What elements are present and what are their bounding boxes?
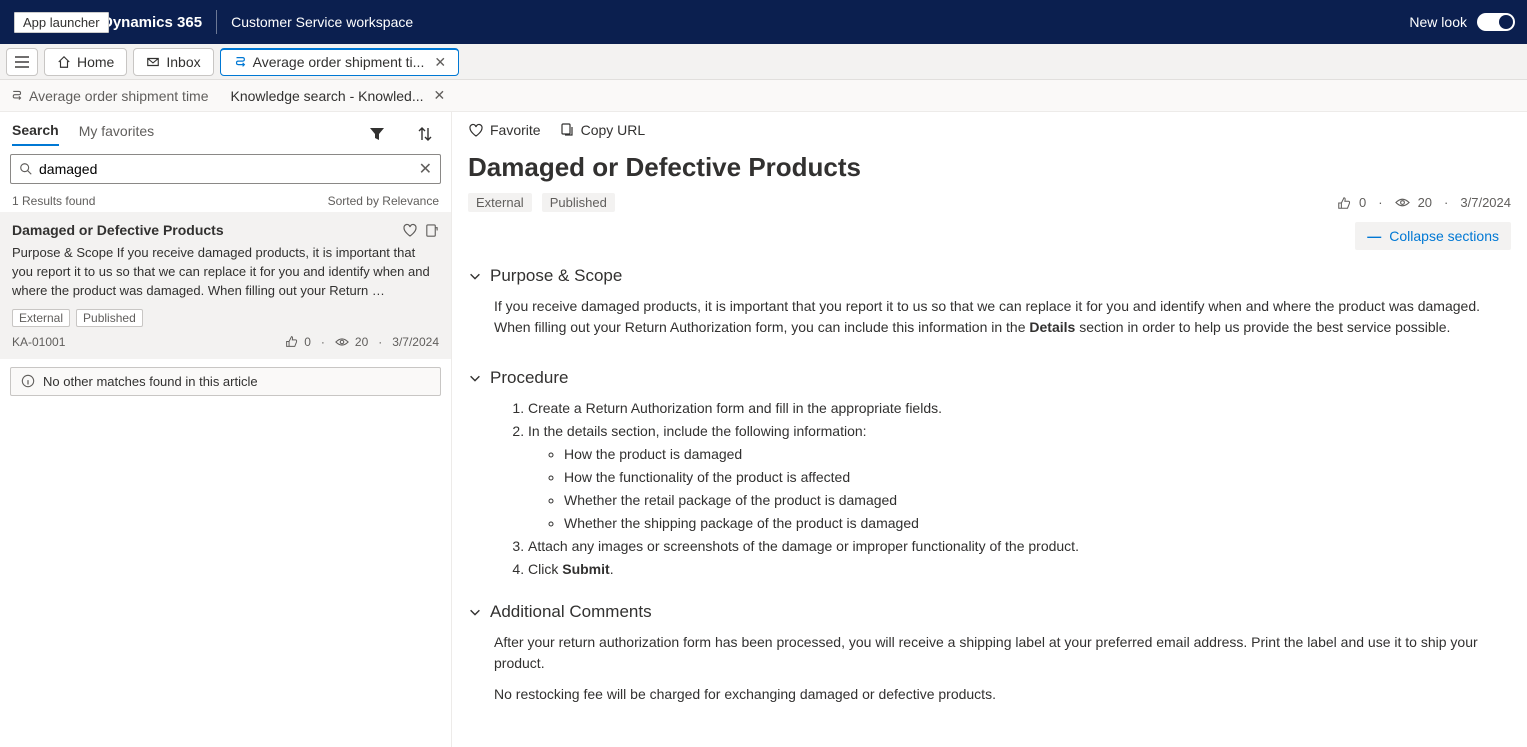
chevron-down-icon	[468, 605, 482, 619]
proc-step-2: In the details section, include the foll…	[528, 421, 1511, 534]
favorite-button[interactable]: Favorite	[468, 122, 541, 138]
lp-tab-search[interactable]: Search	[12, 122, 59, 146]
copy-url-button[interactable]: Copy URL	[559, 122, 646, 138]
section-body-purpose: If you receive damaged products, it is i…	[468, 296, 1511, 338]
top-nav-bar: App launcher Dynamics 365 Customer Servi…	[0, 0, 1527, 44]
sort-button[interactable]	[411, 120, 439, 148]
subtab-case-label: Average order shipment time	[29, 88, 209, 104]
proc-step-3: Attach any images or screenshots of the …	[528, 536, 1511, 557]
result-badge-published: Published	[76, 309, 143, 327]
subtab-knowledge-close[interactable]: ✕	[434, 87, 446, 104]
heart-icon	[468, 122, 484, 138]
proc-step-4: Click Submit.	[528, 559, 1511, 580]
filter-icon	[369, 126, 385, 142]
pop-out-icon-button[interactable]	[424, 223, 439, 238]
search-result-item[interactable]: Damaged or Defective Products Purpose & …	[0, 212, 451, 359]
collapse-label: Collapse sections	[1389, 228, 1499, 244]
home-icon	[57, 55, 71, 69]
sort-icon	[417, 126, 433, 142]
tab-inbox[interactable]: Inbox	[133, 48, 213, 76]
search-icon	[19, 162, 33, 176]
article-views: 20	[1418, 195, 1432, 210]
result-views: 20	[355, 335, 368, 349]
subtab-knowledge-label: Knowledge search - Knowled...	[231, 88, 424, 104]
proc-sub-a: How the product is damaged	[564, 444, 1511, 465]
proc-sub-c: Whether the retail package of the produc…	[564, 490, 1511, 511]
like-icon	[1337, 196, 1351, 210]
like-icon	[285, 335, 298, 348]
chevron-down-icon	[468, 269, 482, 283]
proc-step-1: Create a Return Authorization form and f…	[528, 398, 1511, 419]
site-map-button[interactable]	[6, 48, 38, 76]
favorite-icon-button[interactable]	[402, 222, 418, 238]
proc-sub-d: Whether the shipping package of the prod…	[564, 513, 1511, 534]
case-icon	[10, 89, 23, 102]
tab-case-close[interactable]: ✕	[434, 54, 446, 71]
tab-inbox-label: Inbox	[166, 54, 200, 70]
brand-separator	[216, 10, 217, 34]
copy-icon	[559, 122, 575, 138]
collapse-icon: —	[1367, 228, 1381, 244]
section-title-additional: Additional Comments	[490, 602, 652, 622]
article-likes: 0	[1359, 195, 1366, 210]
proc-sub-b: How the functionality of the product is …	[564, 467, 1511, 488]
filter-button[interactable]	[363, 120, 391, 148]
section-header-procedure[interactable]: Procedure	[468, 368, 1511, 388]
result-snippet: Purpose & Scope If you receive damaged p…	[12, 244, 439, 301]
subtab-case[interactable]: Average order shipment time	[6, 86, 213, 106]
new-look-toggle-group: New look	[1409, 13, 1515, 31]
section-header-purpose[interactable]: Purpose & Scope	[468, 266, 1511, 286]
results-count: 1 Results found	[12, 194, 95, 208]
article-badge-external: External	[468, 193, 532, 212]
no-more-matches-text: No other matches found in this article	[43, 374, 258, 389]
knowledge-search-pane: Search My favorites ✕ 1 Results found So…	[0, 112, 452, 747]
result-likes: 0	[304, 335, 311, 349]
article-view-pane: Favorite Copy URL Damaged or Defective P…	[452, 112, 1527, 747]
new-look-toggle[interactable]	[1477, 13, 1515, 31]
article-title: Damaged or Defective Products	[452, 148, 1527, 193]
section-title-purpose: Purpose & Scope	[490, 266, 622, 286]
article-date: 3/7/2024	[1460, 195, 1511, 210]
sort-label: Sorted by Relevance	[328, 194, 439, 208]
tab-home[interactable]: Home	[44, 48, 127, 76]
section-body-additional: After your return authorization form has…	[468, 632, 1511, 705]
info-icon	[21, 374, 35, 388]
chevron-down-icon	[468, 371, 482, 385]
result-date: 3/7/2024	[392, 335, 439, 349]
result-title: Damaged or Defective Products	[12, 222, 224, 238]
section-header-additional[interactable]: Additional Comments	[468, 602, 1511, 622]
no-more-matches-banner: No other matches found in this article	[10, 367, 441, 396]
new-look-label: New look	[1409, 14, 1467, 30]
tab-case-label: Average order shipment ti...	[253, 54, 425, 70]
tab-home-label: Home	[77, 54, 114, 70]
collapse-sections-button[interactable]: — Collapse sections	[1355, 222, 1511, 250]
search-input[interactable]	[39, 161, 413, 177]
search-box[interactable]: ✕	[10, 154, 441, 184]
clear-search-button[interactable]: ✕	[419, 159, 432, 179]
tab-case[interactable]: Average order shipment ti... ✕	[220, 48, 459, 76]
workspace-title: Customer Service workspace	[231, 14, 413, 30]
case-icon	[233, 55, 247, 69]
lp-tab-favorites[interactable]: My favorites	[79, 123, 154, 145]
views-icon	[335, 337, 349, 347]
section-body-procedure: Create a Return Authorization form and f…	[468, 398, 1511, 580]
subtab-knowledge[interactable]: Knowledge search - Knowled... ✕	[227, 85, 450, 106]
favorite-label: Favorite	[490, 122, 541, 138]
result-badge-external: External	[12, 309, 70, 327]
views-icon	[1395, 197, 1410, 208]
brand-title: Dynamics 365	[102, 14, 202, 31]
section-title-procedure: Procedure	[490, 368, 568, 388]
result-ka-number: KA-01001	[12, 335, 65, 349]
article-badge-published: Published	[542, 193, 615, 212]
inbox-icon	[146, 55, 160, 69]
copy-url-label: Copy URL	[581, 122, 646, 138]
app-tab-row: Average order shipment time Knowledge se…	[0, 80, 1527, 112]
session-tab-row: Home Inbox Average order shipment ti... …	[0, 44, 1527, 80]
app-launcher-tooltip: App launcher	[14, 12, 109, 33]
